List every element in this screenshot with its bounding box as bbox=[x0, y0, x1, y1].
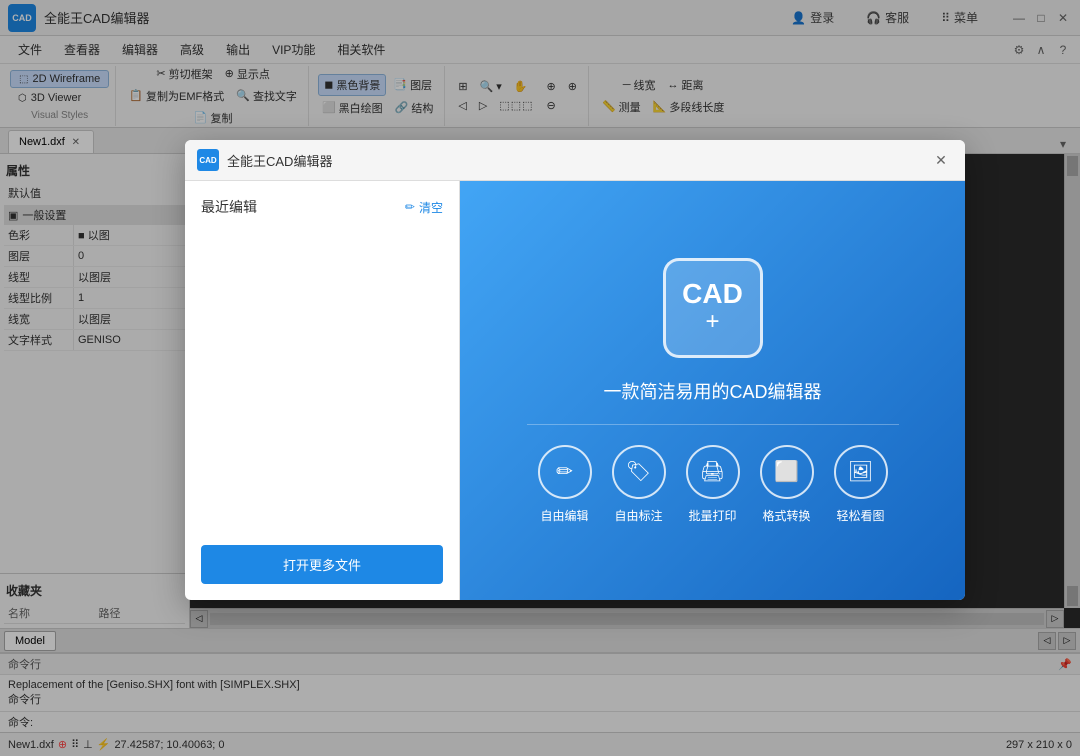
feature-view-icon: 🖼 bbox=[834, 445, 888, 499]
modal-title: 全能王CAD编辑器 bbox=[227, 151, 921, 170]
modal-dialog: CAD 全能王CAD编辑器 ✕ 最近编辑 ✏ 清空 打开更多文件 CAD bbox=[185, 140, 965, 600]
feature-convert-label: 格式转换 bbox=[762, 507, 810, 524]
open-more-button[interactable]: 打开更多文件 bbox=[201, 545, 443, 584]
feature-annotate-icon: 🏷 bbox=[612, 445, 666, 499]
feature-print-label: 批量打印 bbox=[688, 507, 736, 524]
feature-annotate-label: 自由标注 bbox=[614, 507, 662, 524]
feature-edit: ✏ 自由编辑 bbox=[538, 445, 592, 524]
modal-close-button[interactable]: ✕ bbox=[929, 148, 953, 172]
modal-overlay[interactable]: CAD 全能王CAD编辑器 ✕ 最近编辑 ✏ 清空 打开更多文件 CAD bbox=[0, 0, 1080, 756]
feature-edit-icon: ✏ bbox=[538, 445, 592, 499]
clear-button[interactable]: ✏ 清空 bbox=[405, 199, 443, 216]
eraser-icon: ✏ bbox=[405, 200, 415, 214]
feature-convert-icon: ⬜ bbox=[760, 445, 814, 499]
recent-label: 最近编辑 bbox=[201, 197, 257, 217]
feature-view: 🖼 轻松看图 bbox=[834, 445, 888, 524]
feature-print: 🖨 批量打印 bbox=[686, 445, 740, 524]
modal-cad-logo: CAD + bbox=[663, 258, 763, 358]
feature-view-label: 轻松看图 bbox=[836, 507, 884, 524]
feature-print-icon: 🖨 bbox=[686, 445, 740, 499]
modal-cad-text: CAD bbox=[682, 280, 743, 308]
modal-body: 最近编辑 ✏ 清空 打开更多文件 CAD + 一款简洁易用的CAD编辑器 bbox=[185, 181, 965, 600]
modal-features: ✏ 自由编辑 🏷 自由标注 🖨 批量打印 ⬜ 格式转换 bbox=[538, 445, 888, 524]
feature-convert: ⬜ 格式转换 bbox=[760, 445, 814, 524]
feature-edit-label: 自由编辑 bbox=[540, 507, 588, 524]
modal-cad-cross: + bbox=[705, 308, 719, 336]
modal-right-panel: CAD + 一款简洁易用的CAD编辑器 ✏ 自由编辑 🏷 自由标注 🖨 bbox=[460, 181, 965, 600]
modal-logo: CAD bbox=[197, 149, 219, 171]
recent-files-list bbox=[201, 233, 443, 545]
modal-left-panel: 最近编辑 ✏ 清空 打开更多文件 bbox=[185, 181, 460, 600]
modal-divider bbox=[527, 424, 899, 425]
modal-header: CAD 全能王CAD编辑器 ✕ bbox=[185, 140, 965, 181]
feature-annotate: 🏷 自由标注 bbox=[612, 445, 666, 524]
modal-left-header: 最近编辑 ✏ 清空 bbox=[201, 197, 443, 217]
modal-tagline: 一款简洁易用的CAD编辑器 bbox=[603, 378, 821, 404]
